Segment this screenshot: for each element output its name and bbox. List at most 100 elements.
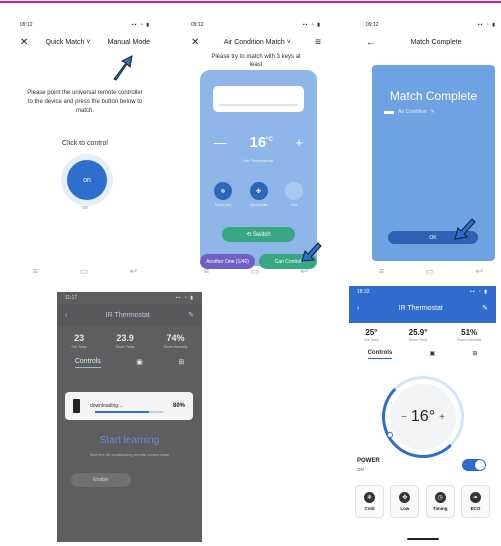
remote-tab-icon[interactable]: ▣	[429, 350, 435, 359]
menu-icon[interactable]: ≡	[204, 266, 209, 277]
back-icon[interactable]: ↩	[130, 266, 138, 277]
temperature-value: 16°	[410, 408, 436, 425]
ac-device-icon	[384, 110, 394, 114]
download-percent: 80%	[172, 403, 185, 409]
close-icon[interactable]: ✕	[20, 37, 28, 48]
status-bar: 09:12 ▪▪ ◔ ▮	[358, 19, 501, 31]
manual-mode-link[interactable]: Manual Mode	[108, 39, 150, 46]
thermostat-screen: 18:32 ▪▪ ◔ ▮ ‹ IR Thermostat ✎ 25° Out Tem…	[349, 286, 496, 544]
edit-icon[interactable]: ✎	[431, 109, 435, 115]
fan-icon: ✤	[249, 182, 268, 200]
snowflake-icon: ❄	[214, 182, 232, 200]
low-button[interactable]: ✤ Low	[390, 485, 420, 518]
status-bar: 11:17 ▪▪ ◔ ▮	[57, 292, 202, 304]
subtitle: Please try to match with 3 keys at least	[211, 54, 301, 68]
decrease-button[interactable]: —	[214, 135, 227, 150]
on-button[interactable]: on	[67, 160, 107, 200]
home-icon[interactable]: ▭	[80, 266, 89, 277]
enable-button[interactable]: Enable	[71, 473, 131, 487]
system-navbar: ≡ ▭ ↩	[358, 266, 501, 277]
temperature-display: − 16° +	[390, 384, 456, 450]
tab-controls[interactable]: Controls	[74, 358, 101, 368]
status-icons: ▪▪ ◔ ▮	[469, 289, 488, 295]
grid-tab-icon[interactable]: ⊞	[178, 358, 184, 368]
room-temp-stat: 23.9 Room Temp	[115, 333, 135, 349]
device-name: Air Condition	[398, 109, 427, 115]
tab-controls[interactable]: Controls	[367, 350, 393, 359]
status-time: 18:32	[357, 289, 370, 295]
speed-auto-button[interactable]: ✤ Speed auto	[244, 182, 274, 207]
out-temp-stat: 25° Out Temp	[363, 328, 379, 342]
start-learning-title: Start learning	[99, 435, 160, 446]
screen-title: Match Complete	[410, 38, 462, 46]
close-icon[interactable]: ✕	[191, 37, 199, 48]
menu-icon[interactable]: ≡	[315, 37, 321, 48]
click-to-control-label: Click to control	[62, 140, 108, 147]
header: ✕ Air Condition Match ˅ ≡	[183, 31, 329, 53]
decrease-button[interactable]: −	[401, 412, 407, 423]
header: ‹ IR Thermostat ✎	[57, 304, 202, 326]
device-name-row: Air Condition ✎	[384, 109, 435, 115]
power-label: POWER	[357, 458, 380, 464]
out-temp-stat: 23 Out Temp	[71, 333, 87, 349]
edit-icon[interactable]: ✎	[188, 311, 194, 319]
top-divider	[0, 1, 501, 3]
system-navbar: ≡ ▭ ↩	[12, 266, 158, 277]
home-icon[interactable]: ▭	[426, 266, 435, 277]
on-label: on	[82, 205, 88, 211]
back-icon[interactable]: ↩	[476, 266, 484, 277]
power-toggle[interactable]	[462, 459, 486, 471]
screen-title: IR Thermostat	[105, 311, 150, 319]
back-arrow-icon[interactable]: ‹	[65, 312, 67, 319]
start-learning-desc: Start the air conditioning remote contro…	[89, 452, 170, 457]
timing-button[interactable]: ◷ Timing	[425, 485, 455, 518]
dial-knob[interactable]	[387, 432, 393, 438]
room-temp-stat: 25.9° Room Temp	[408, 328, 428, 342]
eco-button[interactable]: ❧ ECO	[460, 485, 490, 518]
mode-buttons: ❄ Mode cold ✤ Speed auto Mini	[208, 182, 309, 207]
status-bar: 09:12 ▪▪ ◔ ▮	[183, 19, 329, 31]
instruction-text: Please point the universal remote contro…	[27, 90, 143, 114]
home-indicator	[407, 538, 439, 540]
power-state: ON	[357, 467, 364, 472]
mini-button[interactable]: Mini	[279, 182, 309, 207]
menu-icon[interactable]: ≡	[33, 266, 38, 277]
back-arrow-icon[interactable]: ←	[366, 37, 376, 48]
download-dialog: downloading... 80%	[65, 392, 193, 420]
status-icons: ▪▪ ◔ ▮	[131, 22, 150, 28]
status-time: 09:12	[20, 22, 33, 28]
grid-tab-icon[interactable]: ⊞	[472, 350, 477, 359]
ac-match-screen: 09:12 ▪▪ ◔ ▮ ✕ Air Condition Match ˅ ≡ Pl…	[183, 19, 329, 281]
pointer-arrow-icon	[454, 218, 476, 240]
switch-button[interactable]: ⟲ Switch	[222, 227, 295, 242]
status-icons: ▪▪ ◔ ▮	[175, 295, 194, 301]
back-arrow-icon[interactable]: ‹	[357, 305, 359, 312]
screen-title[interactable]: Quick Match ˅	[46, 39, 91, 46]
status-icons: ▪▪ ◔ ▮	[477, 22, 496, 28]
status-bar: 09:12 ▪▪ ◔ ▮	[12, 19, 158, 31]
back-icon[interactable]: ↩	[301, 266, 309, 277]
mode-cold-button[interactable]: ❄ Mode cold	[208, 182, 238, 207]
increase-button[interactable]: +	[439, 412, 445, 423]
function-buttons: ❄ Cold ✤ Low ◷ Timing ❧ ECO	[355, 485, 490, 518]
cold-button[interactable]: ❄ Cold	[355, 485, 384, 518]
set-temperature-label: Set Temperature	[243, 158, 274, 163]
status-time: 11:17	[65, 295, 78, 301]
quick-match-screen: 09:12 ▪▪ ◔ ▮ ✕ Quick Match ˅ Manual Mode …	[12, 19, 158, 281]
timer-icon: ◷	[434, 492, 446, 503]
pointer-arrow-icon	[113, 55, 133, 81]
remote-tab-icon[interactable]: ▣	[136, 358, 143, 368]
screen-title[interactable]: Air Condition Match ˅	[224, 39, 291, 46]
increase-button[interactable]: +	[295, 135, 303, 150]
home-icon[interactable]: ▭	[251, 266, 260, 277]
pointer-arrow-icon	[301, 242, 322, 262]
status-icons: ▪▪ ◔ ▮	[302, 22, 321, 28]
air-conditioner-image	[213, 86, 304, 112]
status-time: 09:12	[191, 22, 204, 28]
download-status: downloading...	[90, 403, 123, 409]
match-complete-heading: Match Complete	[389, 89, 478, 103]
status-bar: 18:32 ▪▪ ◔ ▮	[349, 286, 496, 298]
leaf-icon: ❧	[469, 492, 481, 503]
menu-icon[interactable]: ≡	[379, 266, 384, 277]
edit-icon[interactable]: ✎	[482, 304, 488, 312]
